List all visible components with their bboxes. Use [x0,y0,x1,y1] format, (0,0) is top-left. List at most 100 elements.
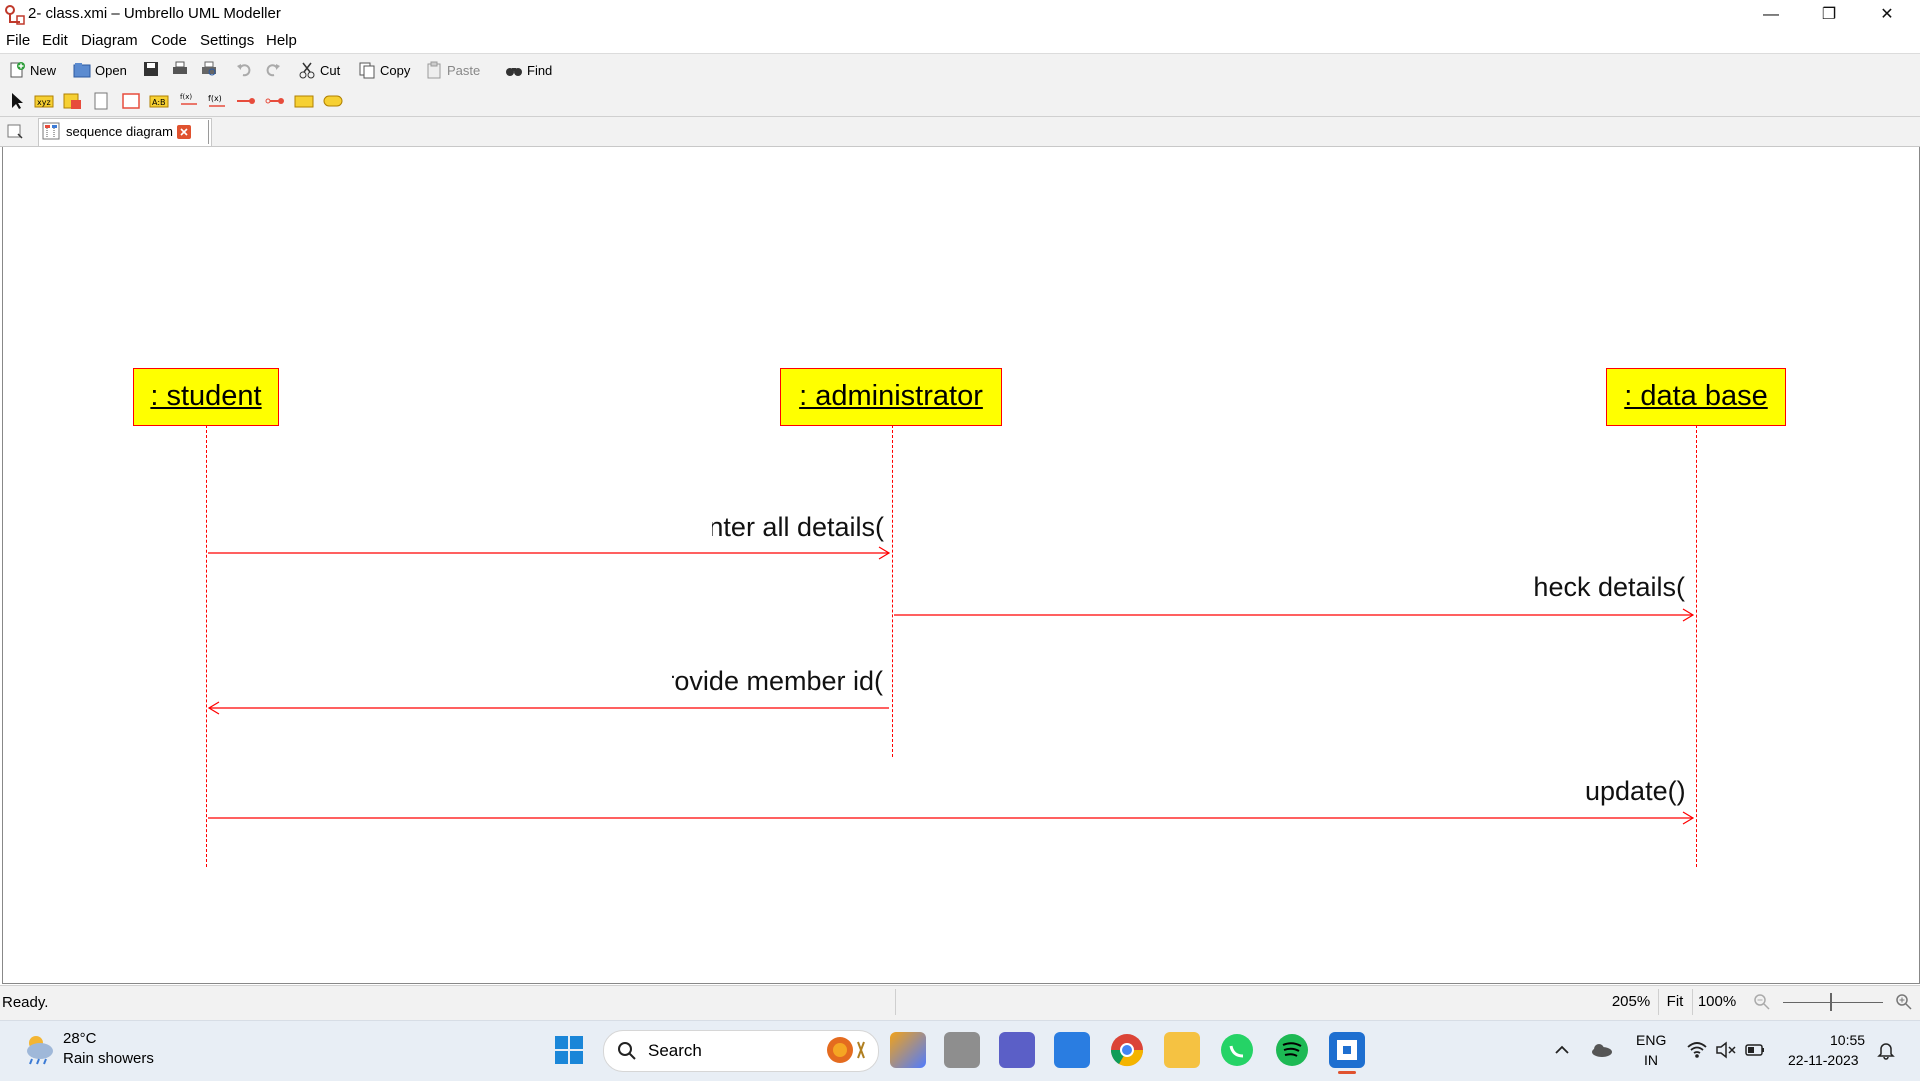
combined-fragment-icon[interactable] [294,92,314,110]
teams-app-icon[interactable] [999,1032,1035,1068]
region-indicator[interactable]: IN [1644,1052,1658,1068]
menu-help[interactable]: Help [266,32,297,49]
menu-settings[interactable]: Settings [200,32,254,49]
message-label-enter-details[interactable]: ⁦nter all details(⁩ [712,512,884,543]
message-label-check-details[interactable]: ⁦heck details(⁩ [1535,572,1685,603]
box-tool-icon[interactable] [121,92,141,110]
minimize-button[interactable]: — [1742,0,1800,29]
paste-button[interactable]: Paste [425,60,480,80]
menu-file[interactable]: File [6,32,30,49]
umbrello-taskbar-icon[interactable] [1329,1032,1365,1068]
found-message-icon[interactable] [265,92,285,110]
clock-date[interactable]: 22-11-2023 [1788,1052,1859,1068]
paste-label: Paste [447,62,481,78]
search-placeholder: Search [648,1041,702,1060]
close-button[interactable]: ✕ [1858,0,1916,29]
file-explorer-icon[interactable] [1164,1032,1200,1068]
object-administrator[interactable]: : administrator [780,368,1002,426]
title-bar [0,0,1920,29]
binoculars-icon [506,68,522,76]
clock-time[interactable]: 10:55 [1830,1032,1865,1048]
lifeline-data-base[interactable] [1696,425,1697,867]
sequence-diagram-icon [42,122,60,140]
main-toolbar [0,53,1920,87]
task-view-icon[interactable] [944,1032,980,1068]
microsoft-store-icon[interactable] [1054,1032,1090,1068]
message-label-update[interactable]: ⁦update()⁩ [1585,776,1690,807]
restore-button[interactable]: ❐ [1800,0,1858,29]
zoom-in-icon[interactable] [1894,992,1914,1012]
umbrello-app-icon [5,5,25,25]
onedrive-cloud-icon[interactable] [1590,1041,1614,1059]
copy-button[interactable]: Copy [358,60,410,80]
search-icon [618,1042,636,1060]
print-preview-icon[interactable] [200,60,218,78]
close-tab-icon[interactable] [177,125,191,139]
weather-icon[interactable] [20,1031,58,1067]
select-arrow-icon[interactable] [8,92,28,110]
search-highlight-icon [827,1037,865,1063]
menu-code[interactable]: Code [151,32,187,49]
undo-icon[interactable] [235,60,253,78]
chrome-app-icon[interactable] [1109,1032,1145,1068]
cut-label: Cut [320,62,341,78]
spotify-app-icon[interactable] [1274,1032,1310,1068]
lost-message-icon[interactable] [236,92,256,110]
async-message-icon[interactable]: f(x) [207,92,227,110]
svg-text:A:B: A:B [152,98,166,107]
speaker-muted-icon[interactable] [1715,1040,1737,1060]
menu-edit[interactable]: Edit [42,32,68,49]
open-button[interactable]: Open [73,60,127,80]
print-icon[interactable] [171,60,189,78]
whatsapp-app-icon[interactable] [1219,1032,1255,1068]
note-tool-icon[interactable] [91,92,111,110]
open-folder-icon [73,63,91,78]
diagram-canvas[interactable] [2,147,1920,984]
windows-start-icon[interactable] [553,1034,585,1066]
zoom-fit-button[interactable]: Fit [1658,989,1691,1015]
function-message-icon[interactable]: f(x) [179,92,199,110]
zoom-level: 205% [1611,993,1651,1010]
precondition-icon[interactable] [323,92,343,110]
zoom-slider-track[interactable] [1783,1002,1883,1003]
copilot-app-icon[interactable] [890,1032,926,1068]
notification-bell-icon[interactable] [1876,1040,1896,1060]
text-tool-icon[interactable]: A:B [149,92,169,110]
find-button[interactable]: Find [505,60,552,80]
weather-description[interactable]: Rain showers [63,1050,154,1067]
window-title: 2- class.xmi – Umbrello UML Modeller [28,5,281,22]
zoom-100-button[interactable]: 100% [1692,989,1741,1015]
message-label-provide-member-id[interactable]: ⁦rovide member id(⁩ [672,666,883,697]
find-label: Find [527,62,553,78]
svg-text:xyz: xyz [37,98,51,107]
weather-temperature[interactable]: 28°C [63,1030,97,1047]
diagram-tab-bar [0,117,1920,147]
chevron-up-icon[interactable] [1553,1041,1571,1059]
copy-icon [359,62,375,79]
status-text: Ready. [2,994,49,1011]
zoom-slider-handle[interactable] [1830,993,1832,1011]
new-label: New [30,62,57,78]
object-data-base[interactable]: : data base [1606,368,1786,426]
redo-icon[interactable] [264,60,282,78]
new-file-icon [10,62,25,78]
wifi-icon[interactable] [1686,1040,1708,1060]
new-button[interactable]: New [8,60,56,80]
zoom-out-icon[interactable] [1752,992,1772,1012]
svg-text:f(x): f(x) [180,93,192,101]
svg-text:f(x): f(x) [208,94,222,103]
new-tab-icon[interactable] [6,122,26,140]
save-icon[interactable] [142,60,160,78]
object-student[interactable]: : student [133,368,279,426]
lifeline-student[interactable] [206,425,207,867]
object-tool-icon[interactable]: xyz [34,92,54,110]
copy-label: Copy [380,62,411,78]
scissors-icon [299,62,315,79]
cut-button[interactable]: Cut [298,60,340,80]
battery-icon[interactable] [1744,1040,1766,1060]
class-tool-icon[interactable] [62,92,82,110]
language-indicator[interactable]: ENG [1636,1032,1666,1048]
lifeline-administrator[interactable] [892,425,893,757]
active-app-indicator [1338,1071,1356,1074]
menu-diagram[interactable]: Diagram [81,32,138,49]
